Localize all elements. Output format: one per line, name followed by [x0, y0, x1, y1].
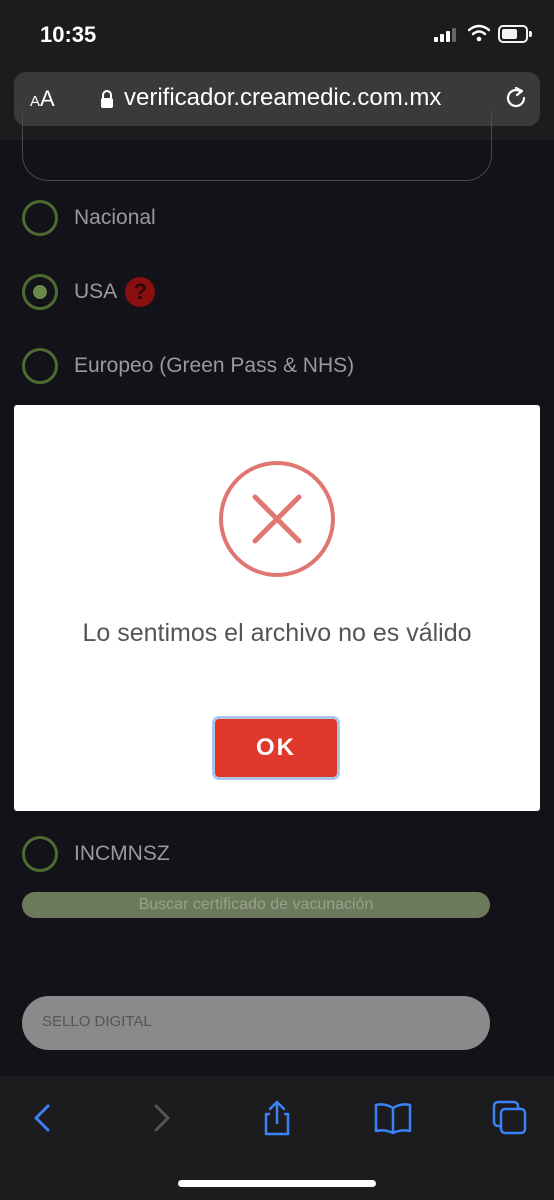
- tabs-icon[interactable]: [490, 1098, 530, 1138]
- radio-usa[interactable]: [22, 274, 58, 310]
- home-indicator: [178, 1180, 376, 1187]
- status-bar: 10:35: [0, 0, 554, 64]
- url-text[interactable]: verificador.creamedic.com.mx: [124, 84, 441, 112]
- bookmarks-icon[interactable]: [373, 1098, 413, 1138]
- radio-nacional[interactable]: [22, 200, 58, 236]
- radio-europeo[interactable]: [22, 348, 58, 384]
- lock-icon: [101, 90, 113, 108]
- sello-digital-field[interactable]: [22, 996, 490, 1050]
- wifi-icon: [468, 24, 490, 42]
- ok-button[interactable]: OK: [215, 719, 337, 777]
- reload-icon[interactable]: [502, 84, 530, 112]
- help-icon[interactable]: ?: [125, 277, 156, 307]
- signal-icon: [434, 26, 460, 42]
- forward-icon[interactable]: [142, 1098, 182, 1138]
- status-time: 10:35: [40, 22, 97, 47]
- option-label: Europeo (Green Pass & NHS): [74, 354, 355, 377]
- text-size-button[interactable]: AA: [30, 86, 55, 112]
- radio-incmnsz[interactable]: [22, 836, 58, 872]
- option-nacional[interactable]: Nacional: [22, 198, 156, 238]
- option-label: USA: [74, 280, 118, 303]
- battery-icon: [498, 25, 532, 43]
- error-dialog: Lo sentimos el archivo no es válido OK: [14, 405, 540, 811]
- form-card: [22, 110, 492, 181]
- sello-digital-input[interactable]: [40, 1012, 464, 1031]
- search-certificate-button[interactable]: Buscar certificado de vacunación: [22, 892, 490, 918]
- dialog-message: Lo sentimos el archivo no es válido: [82, 619, 472, 647]
- back-icon[interactable]: [22, 1098, 62, 1138]
- option-europeo[interactable]: Europeo (Green Pass & NHS): [22, 346, 354, 386]
- option-usa[interactable]: USA ?: [22, 272, 156, 312]
- share-icon[interactable]: [257, 1098, 297, 1138]
- option-label: INCMNSZ: [74, 842, 170, 865]
- error-x-icon: [219, 461, 335, 577]
- option-incmnsz[interactable]: INCMNSZ: [22, 834, 170, 874]
- option-label: Nacional: [74, 206, 156, 229]
